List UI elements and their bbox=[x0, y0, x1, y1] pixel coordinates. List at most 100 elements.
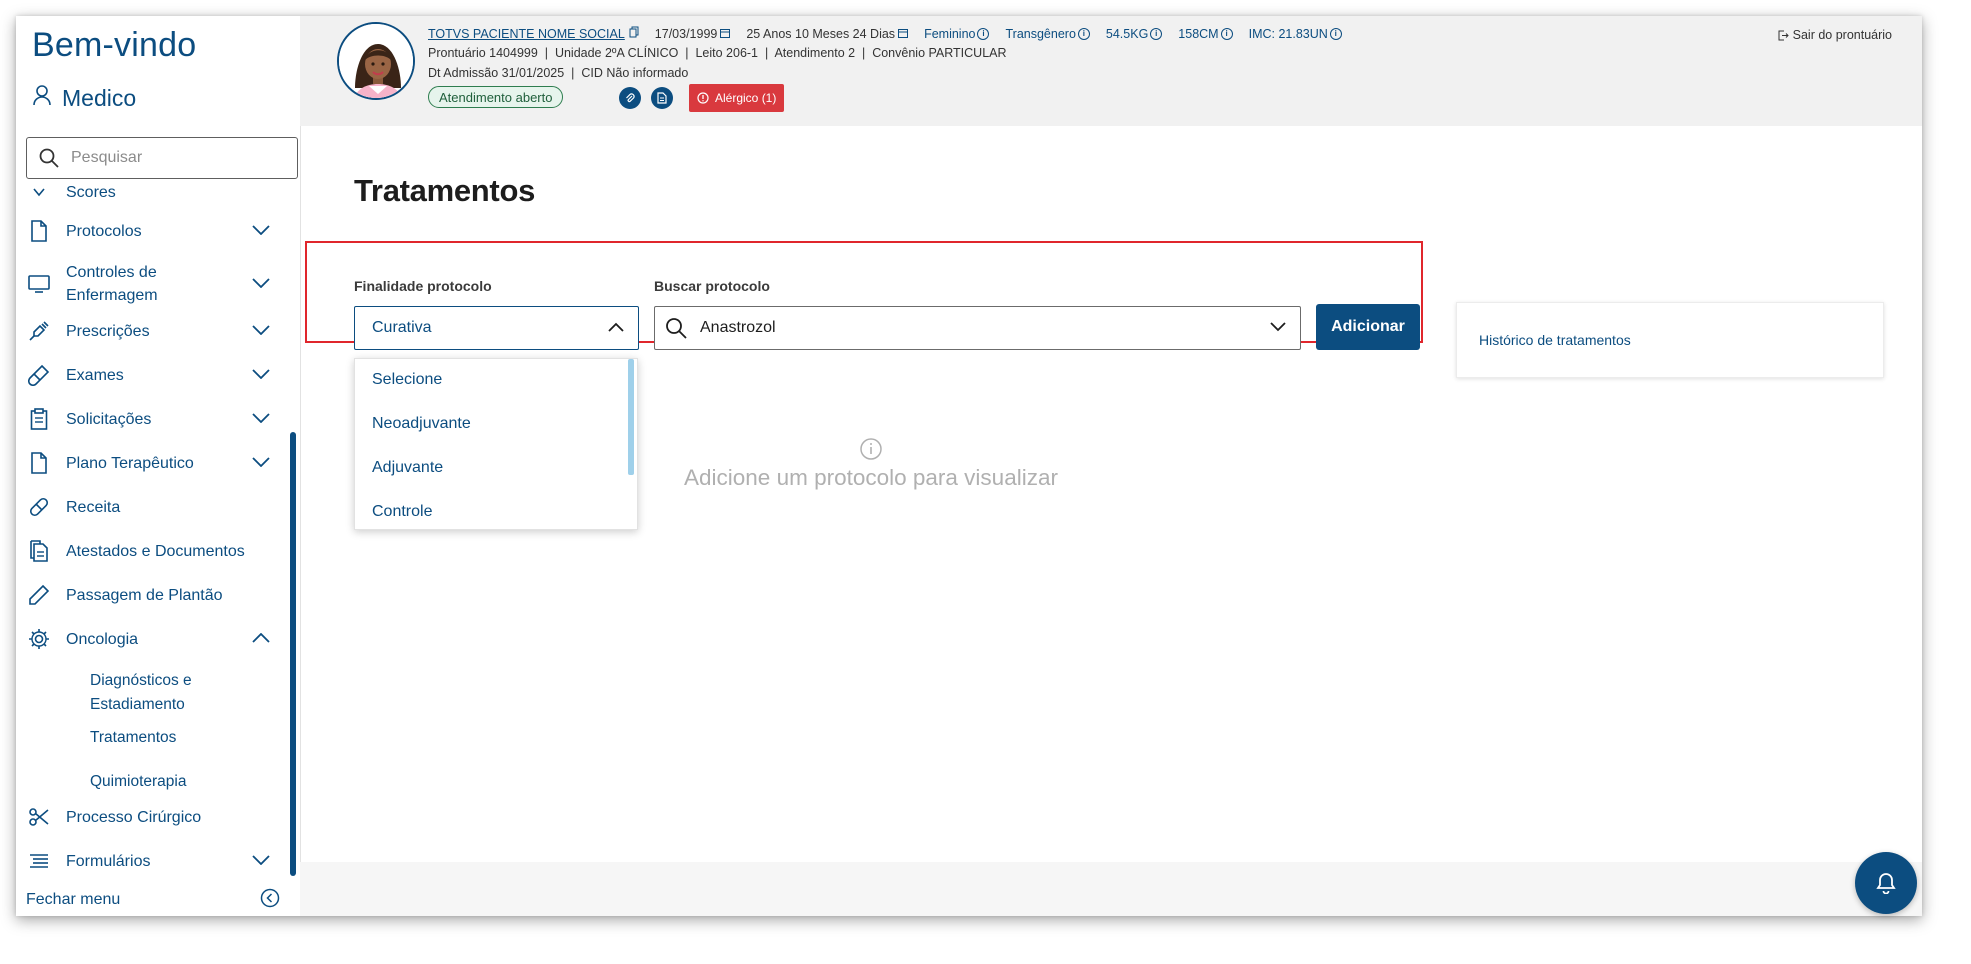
chevron-down-icon bbox=[252, 275, 270, 293]
monitor-icon bbox=[28, 273, 50, 295]
sidebar-item-label: Prescrições bbox=[66, 322, 150, 340]
logout-label: Sair do prontuário bbox=[1792, 28, 1892, 42]
dropdown-option-adjuvante[interactable]: Adjuvante bbox=[372, 459, 443, 477]
sidebar-scrollbar[interactable] bbox=[290, 432, 296, 876]
empty-message: Adicione um protocolo para visualizar bbox=[684, 465, 1058, 490]
search-icon bbox=[39, 148, 59, 168]
patient-age: 25 Anos 10 Meses 24 Dias bbox=[746, 26, 896, 41]
finalidade-value: Curativa bbox=[372, 319, 432, 336]
clipboard-icon bbox=[28, 408, 50, 430]
sidebar-item-scores[interactable]: Scores bbox=[16, 186, 286, 204]
close-menu-button[interactable]: Fechar menu bbox=[16, 884, 300, 916]
sidebar-item-exames[interactable]: Exames bbox=[16, 360, 286, 390]
chevron-down-icon bbox=[252, 454, 270, 472]
sidebar-item-label: Controles de Enfermagem bbox=[66, 264, 158, 304]
calendar-icon bbox=[898, 27, 909, 41]
add-button[interactable]: Adicionar bbox=[1316, 304, 1420, 350]
sidebar-subitem-tratamentos[interactable]: Tratamentos bbox=[90, 726, 176, 750]
document-button[interactable] bbox=[651, 87, 673, 109]
finalidade-dropdown: Selecione Neoadjuvante Adjuvante Control… bbox=[354, 358, 638, 530]
bottom-strip bbox=[300, 862, 1922, 916]
dropdown-scrollbar[interactable] bbox=[628, 359, 634, 475]
scissors-icon bbox=[28, 806, 50, 828]
welcome-title: Bem-vindo bbox=[32, 26, 197, 64]
attachment-button[interactable] bbox=[619, 87, 641, 109]
document-icon bbox=[28, 220, 50, 242]
sidebar-item-receita[interactable]: Receita bbox=[16, 492, 286, 522]
bell-icon bbox=[1876, 873, 1896, 894]
finalidade-select[interactable]: Curativa bbox=[354, 306, 639, 350]
chevron-up-icon bbox=[252, 630, 270, 648]
documents-icon bbox=[28, 540, 50, 562]
syringe-icon bbox=[28, 320, 50, 342]
gear-icon bbox=[28, 628, 50, 650]
info-icon[interactable]: i bbox=[1077, 27, 1090, 40]
sidebar-subitem-quimioterapia[interactable]: Quimioterapia bbox=[90, 770, 187, 794]
patient-weight: 54.5KG bbox=[1105, 26, 1149, 41]
patient-line-2: Prontuário 1404999 | Unidade 2ºA CLÍNICO… bbox=[428, 46, 1007, 60]
sidebar-item-label: Formulários bbox=[66, 852, 151, 870]
chevron-down-icon bbox=[252, 322, 270, 340]
pencil-icon bbox=[28, 584, 50, 606]
patient-bmi: IMC: 21.83UN bbox=[1248, 26, 1328, 41]
info-icon[interactable]: i bbox=[1150, 27, 1163, 40]
search-input[interactable] bbox=[69, 148, 273, 168]
sidebar-item-processo-cirurgico[interactable]: Processo Cirúrgico bbox=[16, 802, 286, 832]
info-icon[interactable]: i bbox=[1220, 27, 1233, 40]
patient-gender: Transgênero bbox=[1005, 26, 1076, 41]
sidebar-item-label: Passagem de Plantão bbox=[66, 586, 223, 604]
empty-state: Adicione um protocolo para visualizar bbox=[680, 437, 1062, 491]
patient-name[interactable]: TOTVS PACIENTE NOME SOCIAL bbox=[428, 27, 625, 41]
info-icon[interactable]: i bbox=[977, 27, 990, 40]
sidebar-search[interactable] bbox=[26, 137, 298, 179]
sidebar-item-oncologia[interactable]: Oncologia bbox=[16, 624, 286, 654]
search-icon bbox=[666, 318, 687, 339]
sidebar-subitem-diagnosticos[interactable]: Diagnósticos e Estadiamento bbox=[90, 669, 240, 717]
dropdown-option-controle[interactable]: Controle bbox=[372, 503, 432, 521]
chevron-up-icon bbox=[608, 319, 624, 337]
patient-height: 158CM bbox=[1178, 26, 1219, 41]
status-badge: Atendimento aberto bbox=[428, 86, 564, 108]
sidebar-item-plano-terapeutico[interactable]: Plano Terapêutico bbox=[16, 448, 286, 478]
list-icon bbox=[28, 850, 50, 872]
patient-header: TOTVS PACIENTE NOME SOCIAL 17/03/1999 25… bbox=[300, 16, 1922, 126]
user-role: Medico bbox=[32, 84, 136, 112]
buscar-label: Buscar protocolo bbox=[654, 278, 770, 294]
sidebar-item-label: Protocolos bbox=[66, 222, 142, 240]
history-card: Histórico de tratamentos bbox=[1456, 302, 1884, 378]
pill-icon bbox=[28, 496, 50, 518]
sidebar-item-formularios[interactable]: Formulários bbox=[16, 846, 286, 876]
chevron-down-icon bbox=[1270, 319, 1286, 337]
sidebar-item-label: Exames bbox=[66, 366, 124, 384]
notifications-button[interactable] bbox=[1855, 852, 1917, 914]
sidebar: Bem-vindo Medico Scores Protocolos bbox=[16, 16, 301, 916]
exit-icon bbox=[1778, 30, 1789, 40]
chevron-left-circle-icon bbox=[260, 888, 280, 913]
allergy-label: Alérgico (1) bbox=[715, 91, 777, 105]
dropdown-option-selecione[interactable]: Selecione bbox=[372, 371, 442, 389]
sidebar-item-prescricoes[interactable]: Prescrições bbox=[16, 316, 286, 346]
buscar-protocolo-select[interactable]: Anastrozol bbox=[654, 306, 1301, 350]
sidebar-item-label: Scores bbox=[66, 186, 116, 201]
dropdown-option-neoadjuvante[interactable]: Neoadjuvante bbox=[372, 415, 471, 433]
sidebar-menu: Scores Protocolos Controles de Enfermage… bbox=[16, 186, 300, 876]
patient-line-3: Dt Admissão 31/01/2025 | CID Não informa… bbox=[428, 66, 689, 80]
sidebar-item-label: Processo Cirúrgico bbox=[66, 808, 202, 826]
user-role-label: Medico bbox=[62, 84, 137, 111]
sidebar-item-protocolos[interactable]: Protocolos bbox=[16, 216, 286, 246]
chevron-down-icon bbox=[28, 186, 50, 203]
info-icon[interactable]: i bbox=[1329, 27, 1342, 40]
sidebar-item-passagem-plantao[interactable]: Passagem de Plantão bbox=[16, 580, 286, 610]
sidebar-item-atestados[interactable]: Atestados e Documentos bbox=[16, 536, 286, 566]
buscar-value: Anastrozol bbox=[700, 319, 776, 336]
patient-line-1: TOTVS PACIENTE NOME SOCIAL 17/03/1999 25… bbox=[428, 26, 1342, 41]
sidebar-item-controles-enfermagem[interactable]: Controles de Enfermagem bbox=[16, 260, 286, 308]
sidebar-item-label: Oncologia bbox=[66, 630, 139, 648]
history-link[interactable]: Histórico de tratamentos bbox=[1479, 332, 1631, 348]
sidebar-item-solicitacoes[interactable]: Solicitações bbox=[16, 404, 286, 434]
sidebar-item-label: Plano Terapêutico bbox=[66, 454, 194, 472]
logout-link[interactable]: Sair do prontuário bbox=[1778, 28, 1892, 42]
allergy-badge[interactable]: Alérgico (1) bbox=[689, 84, 785, 112]
document-icon bbox=[28, 452, 50, 474]
copy-icon[interactable] bbox=[629, 26, 639, 41]
